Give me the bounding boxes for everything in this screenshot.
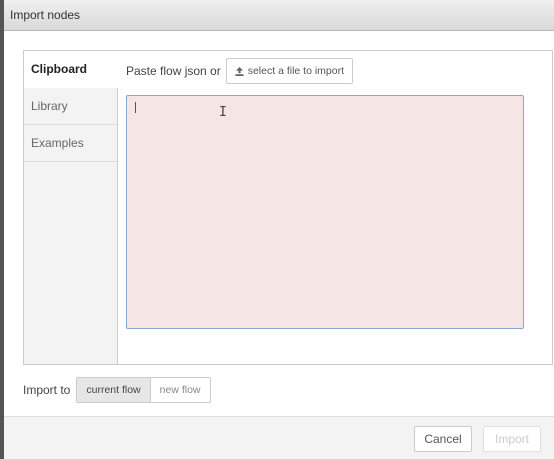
cancel-button[interactable]: Cancel [414,426,472,452]
paste-label: Paste flow json or [126,64,221,78]
text-caret [135,102,136,113]
import-to-row: Import to current flow new flow [23,377,211,403]
dialog-title: Import nodes [10,8,81,22]
import-button[interactable]: Import [483,426,541,452]
current-flow-option[interactable]: current flow [77,378,151,402]
dialog-footer: Cancel Import [4,416,554,459]
dialog-titlebar[interactable]: Import nodes [4,0,554,31]
import-target-toggle: current flow new flow [76,377,211,403]
import-source-tabs: Clipboard Library Examples [24,51,118,364]
tab-clipboard[interactable]: Clipboard [24,51,118,88]
import-nodes-dialog: Import nodes Clipboard Library Examples … [4,0,554,459]
flow-json-textarea[interactable]: I [126,95,524,329]
ibeam-cursor-icon: I [219,105,227,120]
import-panel: Clipboard Library Examples Paste flow js… [23,50,553,365]
clipboard-pane: Paste flow json or select a file to impo… [118,51,552,364]
select-file-label: select a file to import [247,65,345,77]
tab-library[interactable]: Library [24,88,117,125]
select-file-button[interactable]: select a file to import [225,58,354,84]
paste-row: Paste flow json or select a file to impo… [126,57,354,85]
upload-icon [235,66,244,76]
new-flow-option[interactable]: new flow [150,378,210,402]
tab-examples[interactable]: Examples [24,125,117,162]
import-to-label: Import to [23,383,71,397]
dialog-content: Clipboard Library Examples Paste flow js… [4,31,554,417]
